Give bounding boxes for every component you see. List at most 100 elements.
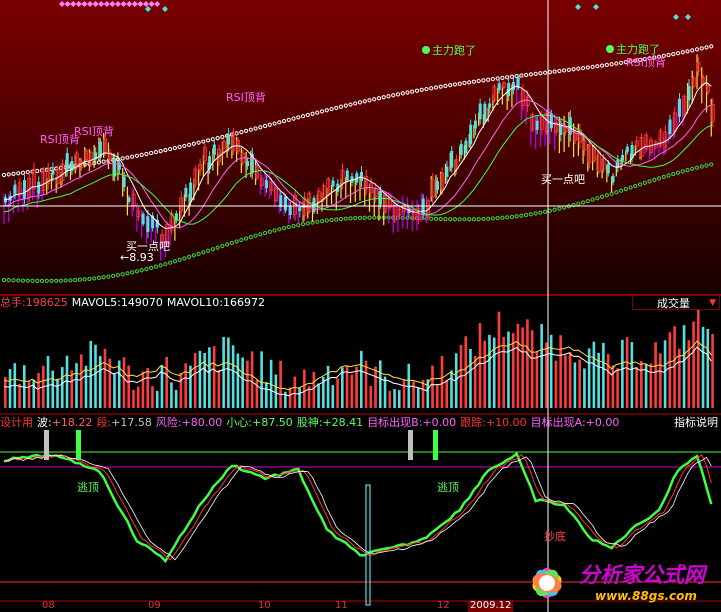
- date-tick: 09: [148, 600, 161, 611]
- volume-bar: [488, 334, 491, 408]
- volume-bar: [602, 342, 605, 408]
- candle-body: [246, 161, 250, 166]
- volume-bar: [701, 326, 705, 408]
- volume-bar: [222, 336, 225, 408]
- triangle-down-icon[interactable]: ▼: [709, 296, 716, 311]
- volume-bar: [435, 383, 439, 408]
- volume-bar: [56, 378, 59, 408]
- indicator-info-bar: 设计用 波: +18.22 段: +17.58 风险: +80.00 小心: +…: [0, 416, 623, 430]
- volume-bar: [84, 365, 88, 408]
- volume-bar: [692, 321, 695, 408]
- volume-bar: [146, 367, 149, 408]
- candle-body: [331, 180, 335, 187]
- volume-bar: [611, 365, 615, 408]
- candle-body: [345, 170, 349, 181]
- volume-bar: [478, 323, 482, 408]
- volume-bar: [260, 351, 263, 408]
- mavol5-label: MAVOL5:: [71, 296, 121, 309]
- volume-bar: [8, 369, 12, 408]
- volume-bar: [711, 333, 714, 408]
- volume-bar: [160, 364, 164, 408]
- volume-bar: [122, 357, 126, 408]
- volume-info-bar: 总手: 198625 MAVOL5: 149070 MAVOL10: 16697…: [0, 296, 269, 310]
- logo-text: 分析家公式网: [579, 563, 705, 587]
- candle-body: [473, 120, 477, 129]
- date-tick: 12: [437, 600, 450, 611]
- volume-bar: [445, 379, 449, 408]
- date-tick-current: 2009.12: [468, 600, 514, 612]
- volume-bar: [303, 369, 306, 408]
- candle-body: [227, 134, 231, 145]
- candle-body: [478, 103, 482, 120]
- indicator-explain-button[interactable]: 指标说明: [674, 416, 718, 430]
- candle-body: [464, 140, 468, 154]
- main-escape-label-1: 主力跑了: [422, 44, 476, 57]
- volume-bar: [668, 332, 672, 408]
- candle-body: [65, 153, 69, 172]
- mavol10-value: 166972: [223, 296, 265, 309]
- volume-bar: [279, 360, 282, 408]
- volume-bar: [583, 368, 586, 408]
- volume-bar: [450, 370, 453, 408]
- spike-bar: [365, 484, 371, 606]
- volume-bar: [141, 371, 145, 408]
- volume-bar: [630, 342, 634, 408]
- volume-bar: [464, 336, 468, 408]
- volume-bar: [155, 390, 159, 408]
- volume-bar: [288, 387, 292, 408]
- volume-bar: [350, 374, 354, 408]
- signal-bar: [433, 430, 438, 460]
- volume-bar: [502, 336, 505, 408]
- main-escape-text-1: 主力跑了: [432, 44, 476, 57]
- candle-body: [497, 83, 501, 91]
- candle-body: [184, 187, 188, 198]
- volume-bar: [635, 366, 638, 408]
- follow-value: +10.00: [485, 416, 527, 429]
- volume-bar: [51, 370, 55, 408]
- bottom-copy-label: 抄底: [544, 530, 566, 543]
- volume-bar: [697, 302, 700, 408]
- candle-body: [284, 196, 288, 211]
- candle-body: [288, 206, 292, 216]
- volume-bar: [554, 360, 558, 408]
- candle-body: [51, 169, 55, 175]
- volume-bar: [393, 389, 396, 408]
- candle-body: [535, 120, 539, 130]
- candle-body: [450, 150, 454, 168]
- volume-bar: [212, 346, 216, 408]
- candle-body: [445, 166, 449, 177]
- candle-body: [625, 146, 629, 152]
- mavol5-value: 149070: [120, 296, 163, 309]
- risk-label: 风险:: [155, 416, 182, 429]
- volume-bar: [208, 347, 211, 408]
- rsi-top-divergence-label: RSI顶背: [626, 56, 666, 69]
- volume-bar: [298, 387, 301, 408]
- candle-body: [621, 154, 625, 161]
- volume-bar: [568, 351, 572, 408]
- candle-body: [22, 180, 26, 199]
- volume-bar: [431, 365, 434, 408]
- volume-bar: [65, 355, 69, 408]
- volume-bar: [559, 335, 562, 408]
- indicator-select[interactable]: 成交量 ▼: [632, 295, 720, 310]
- volume-bar: [473, 355, 477, 408]
- volume-bar: [383, 376, 387, 408]
- volume-bar: [526, 319, 529, 408]
- volume-bar: [151, 386, 154, 408]
- volume-bar: [378, 360, 382, 408]
- stock-god-label: 股神:: [296, 416, 323, 429]
- flower-logo-icon: [532, 568, 562, 598]
- volume-bar: [682, 325, 686, 408]
- candle-body: [559, 125, 563, 135]
- segment-label: 段:: [96, 416, 112, 429]
- volume-bar: [540, 324, 543, 408]
- volume-bar: [663, 340, 667, 408]
- volume-bar: [412, 381, 415, 408]
- volume-bar: [535, 351, 539, 408]
- candle-body: [378, 190, 382, 205]
- volume-bar: [616, 368, 619, 408]
- volume-bar: [497, 311, 501, 408]
- volume-bar: [369, 385, 373, 408]
- candle-body: [435, 181, 439, 190]
- volume-bar: [184, 363, 187, 408]
